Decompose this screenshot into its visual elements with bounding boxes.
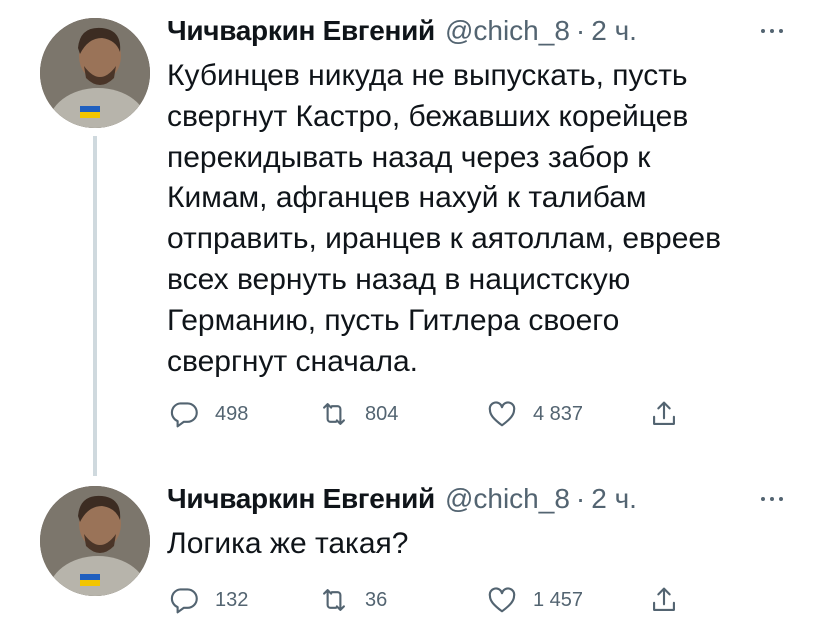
timestamp[interactable]: 2 ч. xyxy=(591,483,637,515)
like-count: 4 837 xyxy=(533,402,584,425)
tweet-actions: 132 36 1 457 xyxy=(167,582,727,618)
retweet-button[interactable]: 36 xyxy=(317,582,387,618)
reply-button[interactable]: 132 xyxy=(167,582,248,618)
retweet-count: 804 xyxy=(365,402,399,425)
tweet-text-line: Германию, пусть Гитлера своего xyxy=(167,303,620,337)
author-name[interactable]: Чичваркин Евгений xyxy=(167,483,435,515)
tweet-header: Чичваркин Евгений @chich_8 · 2 ч. xyxy=(167,13,637,49)
tweet-actions: 498 804 4 837 xyxy=(167,396,727,432)
retweet-icon xyxy=(323,403,345,425)
retweet-count: 36 xyxy=(365,588,388,611)
retweet-button[interactable]: 804 xyxy=(317,396,398,432)
reply-button[interactable]: 498 xyxy=(167,396,248,432)
tweet-text-line: Кубинцев никуда не выпускать, пусть xyxy=(167,59,688,92)
reply-icon xyxy=(170,588,198,614)
author-name[interactable]: Чичваркин Евгений xyxy=(167,15,435,47)
timestamp[interactable]: 2 ч. xyxy=(591,15,637,47)
thread-line xyxy=(93,136,97,476)
more-icon[interactable] xyxy=(754,492,790,506)
share-button[interactable] xyxy=(647,396,681,432)
like-button[interactable]: 1 457 xyxy=(485,582,583,618)
tweet-text-line: Логика же такая? xyxy=(167,527,409,560)
avatar[interactable] xyxy=(40,486,150,596)
separator-dot: · xyxy=(575,15,586,46)
more-icon[interactable] xyxy=(754,24,790,38)
like-icon xyxy=(488,401,516,427)
share-button[interactable] xyxy=(647,582,681,618)
reply-icon xyxy=(170,402,198,428)
tweet-text: Кубинцев никуда не выпускать, пусть свер… xyxy=(167,56,787,382)
tweet-text: Логика же такая? xyxy=(167,524,787,565)
author-handle[interactable]: @chich_8 xyxy=(445,15,570,47)
avatar-photo xyxy=(40,486,150,596)
tweet[interactable]: Чичваркин Евгений @chich_8 · 2 ч. Логика… xyxy=(0,475,829,632)
tweet-header: Чичваркин Евгений @chich_8 · 2 ч. xyxy=(167,481,637,517)
like-count: 1 457 xyxy=(533,588,584,611)
tweet-text-line: перекидывать назад через забор к xyxy=(167,140,651,174)
tweet-text-line: свергнут Кастро, бежавших корейцев xyxy=(167,99,689,133)
like-icon xyxy=(488,587,516,613)
avatar[interactable] xyxy=(40,18,150,128)
reply-count: 132 xyxy=(215,588,249,611)
avatar-photo xyxy=(40,18,150,128)
tweet[interactable]: Чичваркин Евгений @chich_8 · 2 ч. Кубинц… xyxy=(0,0,829,476)
tweet-text-line: свергнут сначала. xyxy=(167,344,418,378)
author-handle[interactable]: @chich_8 xyxy=(445,483,570,515)
separator-dot: · xyxy=(575,483,586,514)
tweet-text-line: всех вернуть назад в нацистскую xyxy=(167,262,631,296)
reply-count: 498 xyxy=(215,402,249,425)
share-icon xyxy=(653,401,675,425)
like-button[interactable]: 4 837 xyxy=(485,396,583,432)
tweet-text-line: отправить, иранцев к аятоллам, евреев xyxy=(167,222,722,256)
share-icon xyxy=(653,587,675,611)
tweet-text-line: Кимам, афганцев нахуй к талибам xyxy=(167,181,647,215)
retweet-icon xyxy=(323,589,345,611)
